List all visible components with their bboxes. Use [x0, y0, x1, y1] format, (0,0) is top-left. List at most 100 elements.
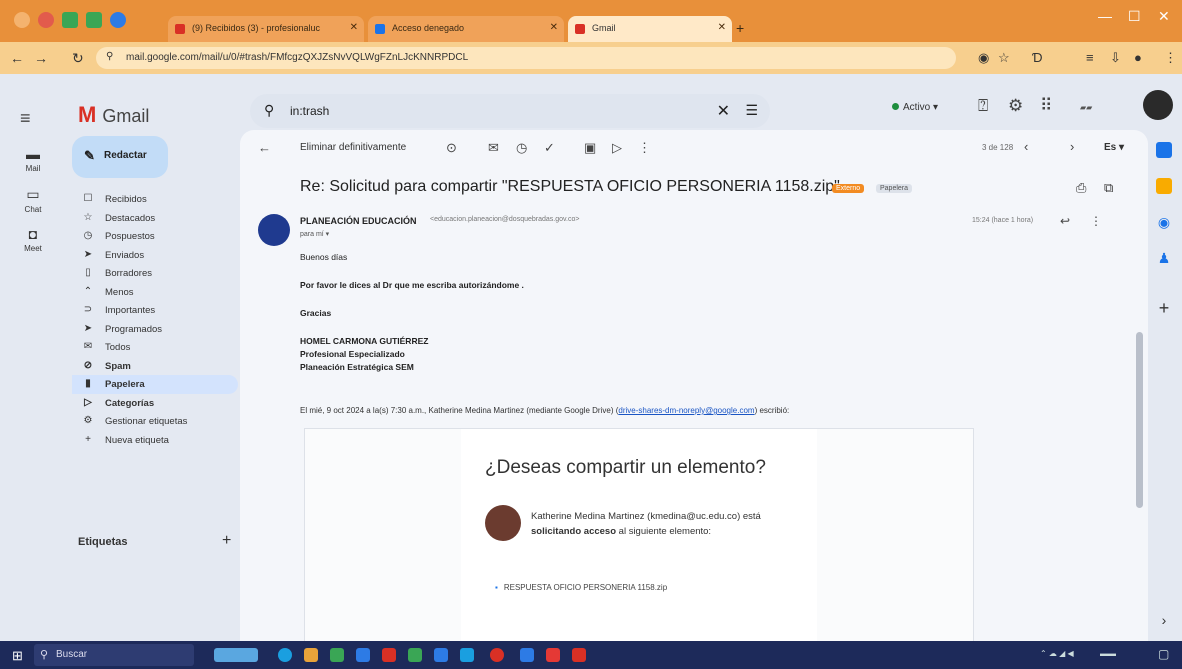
close-tab-icon[interactable]: ✕	[550, 22, 558, 33]
audio-tab-icon[interactable]	[134, 12, 150, 28]
edge-browser-icon[interactable]	[278, 648, 292, 662]
add-task-icon[interactable]: ✓	[544, 140, 555, 156]
nav-item[interactable]: ➤ Enviados	[72, 246, 238, 265]
gmail-logo[interactable]: M Gmail	[78, 102, 149, 128]
contacts-icon[interactable]: ♟	[1156, 250, 1172, 266]
taskbar-search[interactable]: ⚲ Buscar	[34, 644, 194, 666]
show-side-panel-icon[interactable]: ›	[1156, 612, 1172, 628]
account-avatar[interactable]	[1143, 90, 1173, 120]
widgets-icon[interactable]	[214, 648, 258, 662]
windows-start-icon[interactable]: ⊞	[12, 648, 23, 664]
taskbar-app-icon[interactable]	[408, 648, 422, 662]
tasks-icon[interactable]: ◉	[1156, 214, 1172, 230]
taskbar-app-icon[interactable]	[434, 648, 448, 662]
more-options-icon[interactable]: ⋮	[638, 140, 651, 156]
nav-item[interactable]: ▷ Categorías	[72, 394, 238, 413]
extension-icon[interactable]: Ɗ	[1032, 50, 1043, 65]
compose-button[interactable]: ✎ Redactar	[72, 136, 168, 178]
back-icon[interactable]: ←	[10, 50, 24, 66]
extension-icon[interactable]: ◉	[978, 50, 989, 66]
file-explorer-icon[interactable]	[304, 648, 318, 662]
sheets-pinned-icon[interactable]	[62, 12, 78, 28]
tab-search-icon[interactable]: ≡	[1086, 50, 1094, 65]
search-bar[interactable]: ⚲ in:trash ✕ ☰	[250, 94, 770, 128]
gmail-pinned-icon[interactable]	[38, 12, 54, 28]
close-tab-icon[interactable]: ✕	[350, 22, 358, 33]
pinned-tab-icon[interactable]	[110, 12, 126, 28]
rail-chat[interactable]: ▭ Chat	[10, 186, 56, 214]
nav-item[interactable]: ⊃ Importantes	[72, 301, 238, 320]
quote-email-link[interactable]: drive-shares-dm-noreply@google.com	[618, 406, 754, 415]
move-to-icon[interactable]: ▣	[584, 140, 596, 156]
tab-acceso-denegado[interactable]: Acceso denegado ✕	[368, 16, 564, 42]
rail-mail[interactable]: ▬ Mail	[10, 146, 56, 173]
site-info-icon[interactable]: ⚲	[106, 51, 113, 62]
input-tools-button[interactable]: Es ▾	[1104, 142, 1124, 153]
download-icon[interactable]: ⇩	[1110, 50, 1121, 66]
recipients-toggle[interactable]: para mí ▾	[300, 230, 329, 238]
clear-search-icon[interactable]: ✕	[717, 101, 730, 121]
trash-label-chip[interactable]: Papelera	[876, 184, 913, 193]
taskbar-app-icon[interactable]	[356, 648, 370, 662]
search-icon[interactable]: ⚲	[264, 102, 274, 119]
clock[interactable]: ▬▬	[1100, 649, 1116, 658]
address-bar[interactable]: ⚲ mail.google.com/mail/u/0/#trash/FMfcgz…	[96, 47, 956, 69]
open-new-window-icon[interactable]: ⧉	[1104, 180, 1113, 196]
rail-meet[interactable]: ◘ Meet	[10, 226, 56, 253]
nav-item[interactable]: ✉ Todos	[72, 338, 238, 357]
search-input[interactable]: in:trash	[290, 104, 329, 118]
nav-item[interactable]: ☐ Recibidos	[72, 190, 238, 209]
apps-grid-icon[interactable]: ⠿	[1040, 96, 1052, 116]
forward-icon[interactable]: →	[34, 50, 48, 66]
newer-icon[interactable]: ‹	[1024, 139, 1028, 154]
requested-file-link[interactable]: ▪ RESPUESTA OFICIO PERSONERIA 1158.zip	[495, 583, 667, 592]
browser-menu-icon[interactable]: ⋮	[1164, 50, 1177, 66]
chrome-browser-icon[interactable]	[490, 648, 504, 662]
taskbar-app-icon[interactable]	[460, 648, 474, 662]
taskbar-app-icon[interactable]	[382, 648, 396, 662]
window-menu-icon[interactable]	[14, 12, 30, 28]
settings-gear-icon[interactable]: ⚙	[1008, 96, 1023, 116]
nav-item[interactable]: ◷ Pospuestos	[72, 227, 238, 246]
nav-item[interactable]: ⚙ Gestionar etiquetas	[72, 412, 238, 431]
close-window-icon[interactable]: ✕	[1158, 8, 1170, 25]
status-indicator[interactable]: Activo ▾	[892, 102, 938, 113]
taskbar-app-icon[interactable]	[572, 648, 586, 662]
pane-scrollbar[interactable]	[1136, 332, 1143, 508]
bookmark-star-icon[interactable]: ☆	[998, 50, 1010, 66]
delete-forever-button[interactable]: Eliminar definitivamente	[300, 142, 406, 153]
new-tab-button[interactable]: +	[736, 20, 744, 36]
main-menu-icon[interactable]: ≡	[20, 108, 31, 129]
nav-item[interactable]: ▮ Papelera	[72, 375, 238, 394]
taskbar-app-icon[interactable]	[330, 648, 344, 662]
tab-gmail[interactable]: Gmail ✕	[568, 16, 732, 42]
not-spam-icon[interactable]: ⊙	[446, 140, 457, 156]
system-tray[interactable]: ⌃ ☁ ◢ ◀	[1040, 649, 1074, 658]
label-icon[interactable]: ▷	[612, 140, 622, 156]
nav-item[interactable]: ➤ Programados	[72, 320, 238, 339]
reload-icon[interactable]: ↻	[72, 50, 84, 67]
mark-unread-icon[interactable]: ✉	[488, 140, 499, 156]
keep-icon[interactable]	[1156, 178, 1172, 194]
reply-icon[interactable]: ↩	[1060, 214, 1070, 228]
get-addons-icon[interactable]: +	[1156, 299, 1172, 317]
notifications-icon[interactable]: ▢	[1158, 647, 1169, 661]
add-label-icon[interactable]: +	[222, 532, 231, 550]
nav-item[interactable]: ⌃ Menos	[72, 283, 238, 302]
maximize-window-icon[interactable]: ☐	[1128, 8, 1141, 25]
sheets-pinned-icon[interactable]	[86, 12, 102, 28]
search-options-icon[interactable]: ☰	[745, 102, 758, 119]
calendar-icon[interactable]	[1156, 142, 1172, 158]
message-more-icon[interactable]: ⋮	[1090, 214, 1102, 228]
taskbar-app-icon[interactable]	[520, 648, 534, 662]
minimize-window-icon[interactable]: —	[1098, 8, 1112, 24]
nav-item[interactable]: ▯ Borradores	[72, 264, 238, 283]
nav-item[interactable]: ⊘ Spam	[72, 357, 238, 376]
profile-icon[interactable]: ●	[1134, 50, 1142, 65]
help-icon[interactable]: ⍰	[978, 96, 988, 116]
nav-item[interactable]: + Nueva etiqueta	[72, 431, 238, 450]
tab-recibidos[interactable]: (9) Recibidos (3) - profesionaluc ✕	[168, 16, 364, 42]
print-icon[interactable]: ⎙	[1076, 180, 1086, 196]
back-to-list-icon[interactable]: ←	[258, 140, 271, 155]
close-tab-icon[interactable]: ✕	[718, 22, 726, 33]
